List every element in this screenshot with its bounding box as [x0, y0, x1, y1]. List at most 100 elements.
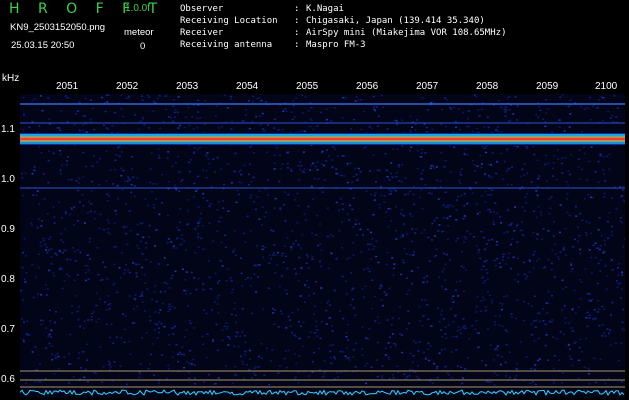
noise-speck — [620, 195, 623, 198]
noise-speck — [602, 155, 605, 158]
noise-speck — [152, 100, 155, 103]
noise-speck — [559, 331, 562, 333]
noise-speck — [366, 267, 369, 270]
noise-speck — [234, 365, 237, 368]
noise-speck — [311, 258, 314, 260]
noise-speck — [93, 218, 96, 220]
noise-speck — [202, 248, 205, 251]
noise-speck — [23, 341, 26, 343]
noise-speck — [597, 181, 600, 184]
noise-speck — [58, 249, 61, 252]
noise-speck — [428, 260, 431, 262]
noise-speck — [66, 160, 68, 162]
noise-speck — [155, 229, 158, 231]
noise-speck — [416, 150, 419, 152]
noise-speck — [310, 164, 313, 167]
noise-speck — [602, 251, 605, 254]
noise-speck — [440, 310, 443, 312]
noise-speck — [193, 277, 196, 279]
noise-speck — [373, 199, 376, 201]
noise-speck — [550, 269, 553, 271]
noise-speck — [340, 371, 343, 374]
noise-speck — [548, 198, 551, 200]
noise-speck — [158, 95, 161, 97]
noise-speck — [278, 285, 281, 288]
noise-speck — [580, 281, 583, 283]
noise-speck — [433, 255, 436, 258]
noise-speck — [176, 226, 179, 229]
noise-speck — [396, 365, 399, 367]
noise-speck — [544, 125, 547, 128]
noise-speck — [565, 181, 568, 183]
noise-speck — [232, 251, 235, 253]
noise-speck — [153, 291, 156, 293]
noise-speck — [466, 357, 469, 359]
noise-speck — [184, 279, 187, 281]
noise-speck — [542, 267, 545, 269]
noise-speck — [394, 190, 397, 192]
noise-speck — [501, 355, 504, 358]
noise-speck — [50, 256, 53, 258]
noise-speck — [221, 329, 224, 331]
noise-speck — [533, 153, 536, 156]
noise-speck — [180, 243, 183, 245]
noise-speck — [493, 259, 496, 262]
noise-speck — [301, 234, 304, 236]
noise-speck — [133, 195, 136, 198]
noise-speck — [588, 293, 591, 295]
noise-speck — [343, 175, 346, 177]
noise-speck — [537, 177, 540, 180]
noise-speck — [496, 212, 499, 215]
noise-speck — [214, 115, 217, 117]
noise-speck — [592, 105, 594, 108]
noise-speck — [79, 325, 82, 328]
noise-speck — [327, 155, 330, 157]
noise-speck — [386, 293, 389, 295]
noise-speck — [304, 96, 307, 98]
noise-speck — [205, 177, 208, 179]
noise-speck — [281, 252, 284, 255]
noise-speck — [385, 294, 387, 296]
noise-speck — [444, 97, 446, 99]
noise-speck — [386, 128, 389, 130]
noise-speck — [604, 180, 607, 182]
noise-speck — [526, 275, 529, 277]
noise-speck — [535, 260, 538, 262]
noise-speck — [211, 309, 214, 311]
noise-speck — [386, 176, 389, 178]
noise-speck — [480, 268, 483, 271]
noise-speck — [386, 251, 389, 254]
noise-speck — [555, 338, 558, 340]
noise-speck — [196, 148, 199, 151]
noise-speck — [153, 207, 156, 209]
noise-speck — [329, 304, 332, 306]
noise-speck — [595, 381, 597, 384]
noise-speck — [247, 100, 250, 102]
noise-speck — [196, 126, 199, 129]
noise-speck — [304, 219, 307, 222]
noise-speck — [567, 170, 570, 172]
noise-speck — [297, 308, 299, 311]
noise-speck — [135, 275, 138, 278]
noise-speck — [409, 190, 412, 192]
noise-speck — [241, 360, 244, 363]
noise-speck — [542, 308, 545, 310]
noise-speck — [414, 232, 417, 234]
noise-speck — [400, 164, 403, 166]
noise-speck — [578, 359, 581, 361]
noise-speck — [216, 230, 219, 232]
noise-speck — [396, 123, 399, 126]
noise-speck — [94, 211, 96, 213]
noise-speck — [492, 223, 495, 225]
noise-speck — [69, 258, 72, 261]
noise-speck — [31, 99, 34, 102]
noise-speck — [466, 202, 469, 205]
noise-speck — [345, 336, 348, 338]
noise-speck — [553, 221, 556, 223]
noise-speck — [174, 270, 177, 273]
noise-speck — [132, 262, 135, 264]
noise-speck — [561, 382, 564, 384]
noise-speck — [68, 363, 71, 365]
noise-speck — [554, 253, 557, 255]
noise-speck — [147, 96, 150, 99]
